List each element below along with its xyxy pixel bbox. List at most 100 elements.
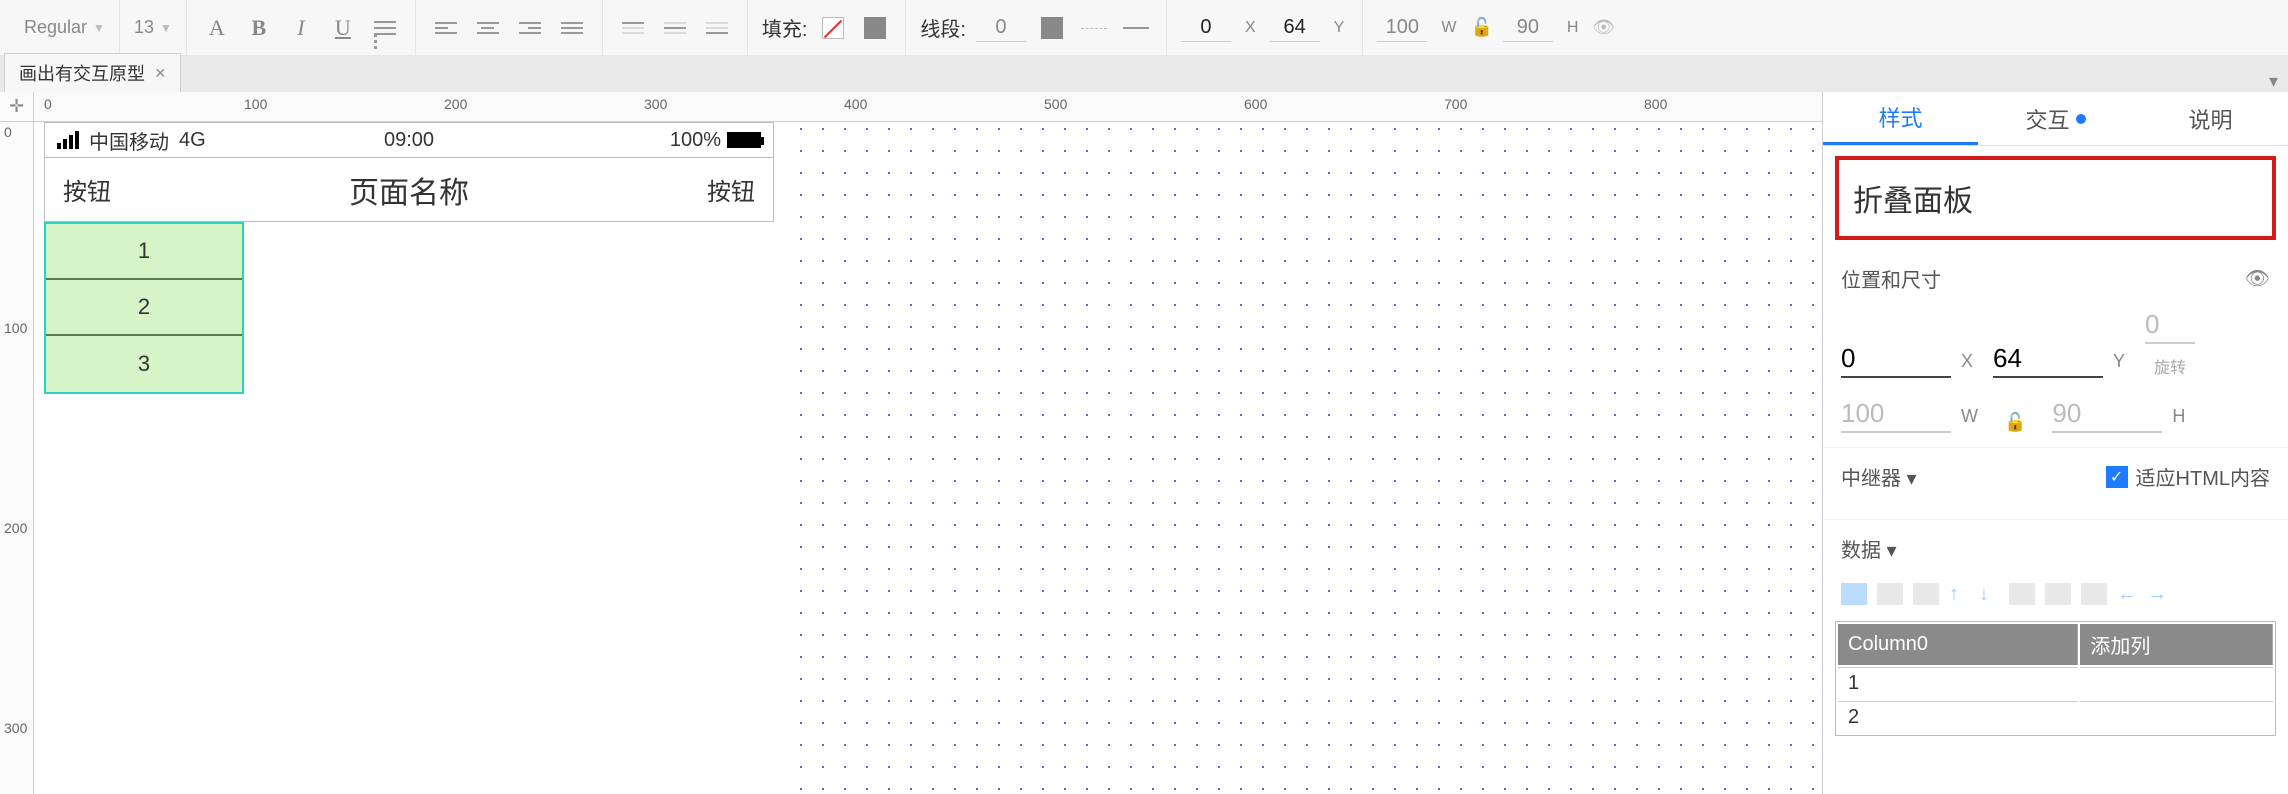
valign-bottom-button[interactable]	[701, 12, 733, 44]
fit-html-label: 适应HTML内容	[2136, 462, 2270, 491]
tab-notes[interactable]: 说明	[2133, 92, 2288, 145]
insp-y-input[interactable]	[1993, 341, 2103, 378]
x-input[interactable]	[1181, 14, 1231, 42]
w-label: W	[1961, 406, 1978, 427]
nav-bar[interactable]: 按钮 页面名称 按钮	[44, 158, 774, 222]
canvas-region: ✛ 0 100 200 300 400 500 600 700 800 0 10…	[0, 92, 1822, 794]
accordion-row[interactable]: 2	[46, 280, 242, 336]
design-canvas[interactable]: 中国移动 4G 09:00 100% 按钮 页面名称 按钮 1 2 3	[34, 122, 1822, 794]
font-size-value: 13	[134, 17, 154, 38]
nav-title: 页面名称	[349, 168, 469, 212]
ruler-tick: 200	[4, 520, 27, 536]
y-input[interactable]	[1270, 14, 1320, 42]
move-down-icon[interactable]: ↓	[1979, 583, 1999, 603]
ruler-tick: 400	[844, 96, 867, 112]
tab-interactions-label: 交互	[2025, 103, 2069, 135]
visibility-icon[interactable]: 👁	[2245, 266, 2270, 291]
move-left-icon[interactable]: ←	[2117, 583, 2137, 603]
main-area: ✛ 0 100 200 300 400 500 600 700 800 0 10…	[0, 92, 2288, 794]
dot-grid	[794, 122, 1822, 794]
ruler-tick: 300	[644, 96, 667, 112]
fill-group: 填充:	[748, 0, 907, 55]
repeater-label[interactable]: 中继器 ▾	[1841, 462, 1917, 491]
h-label: H	[2172, 406, 2185, 427]
align-justify-button[interactable]	[556, 12, 588, 44]
lock-icon[interactable]: 🔓	[2004, 412, 2026, 433]
insp-w-input[interactable]	[1841, 396, 1951, 433]
lock-icon[interactable]: 🔓	[1470, 17, 1492, 38]
line-style-button[interactable]	[1078, 12, 1110, 44]
data-toolbar: ↑ ↓ ← →	[1823, 573, 2288, 615]
table-button-2[interactable]	[2045, 583, 2071, 605]
ruler-origin[interactable]: ✛	[0, 92, 34, 122]
ruler-tick: 100	[4, 320, 27, 336]
align-center-button[interactable]	[472, 12, 504, 44]
column-header[interactable]: Column0	[1838, 624, 2078, 665]
ruler-tick: 600	[1244, 96, 1267, 112]
delete-button[interactable]	[1913, 583, 1939, 605]
insp-h-input[interactable]	[2052, 396, 2162, 433]
ruler-tick: 800	[1644, 96, 1667, 112]
font-family-group: Regular ▼	[10, 0, 120, 55]
text-style-group: A B I U	[187, 0, 416, 55]
valign-middle-button[interactable]	[659, 12, 691, 44]
valign-top-button[interactable]	[617, 12, 649, 44]
w-input[interactable]	[1377, 14, 1427, 42]
add-row-button[interactable]	[1841, 583, 1867, 605]
horizontal-ruler[interactable]: 0 100 200 300 400 500 600 700 800	[34, 92, 1822, 122]
nav-right-button[interactable]: 按钮	[707, 172, 755, 207]
fill-none-button[interactable]	[817, 12, 849, 44]
close-icon[interactable]: ×	[155, 63, 166, 84]
font-size-group: 13 ▼	[120, 0, 187, 55]
move-up-icon[interactable]: ↑	[1949, 583, 1969, 603]
table-button-1[interactable]	[2009, 583, 2035, 605]
font-size-select[interactable]: 13 ▼	[134, 17, 172, 38]
underline-button[interactable]: U	[327, 12, 359, 44]
h-input[interactable]	[1503, 14, 1553, 42]
checkbox-checked-icon: ✓	[2106, 466, 2128, 488]
data-cell[interactable]	[2080, 667, 2273, 699]
inspector-panel: 样式 交互 说明 折叠面板 位置和尺寸 👁 X Y	[1822, 92, 2288, 794]
table-row: 2	[1838, 701, 2273, 733]
vertical-ruler[interactable]: 0 100 200 300	[0, 122, 34, 794]
data-cell[interactable]: 1	[1838, 667, 2078, 699]
align-right-button[interactable]	[514, 12, 546, 44]
insp-x-input[interactable]	[1841, 341, 1951, 378]
bullet-list-button[interactable]	[369, 12, 401, 44]
font-family-select[interactable]: Regular ▼	[24, 17, 105, 38]
fit-html-checkbox[interactable]: ✓ 适应HTML内容	[2106, 462, 2270, 491]
italic-button[interactable]: I	[285, 12, 317, 44]
status-bar[interactable]: 中国移动 4G 09:00 100%	[44, 122, 774, 158]
line-width-input[interactable]	[976, 14, 1026, 42]
data-cell[interactable]: 2	[1838, 701, 2078, 733]
nav-left-button[interactable]: 按钮	[63, 172, 111, 207]
add-column-button[interactable]	[1877, 583, 1903, 605]
accordion-row[interactable]: 3	[46, 336, 242, 392]
table-button-3[interactable]	[2081, 583, 2107, 605]
position-size-section: 位置和尺寸 👁 X Y 旋转 W	[1823, 250, 2288, 448]
font-family-value: Regular	[24, 17, 87, 38]
data-cell[interactable]	[2080, 701, 2273, 733]
text-color-button[interactable]: A	[201, 12, 233, 44]
accordion-row[interactable]: 1	[46, 224, 242, 280]
line-color-button[interactable]	[1036, 12, 1068, 44]
repeater-data-table[interactable]: Column0 添加列 1 2	[1835, 621, 2276, 736]
move-right-icon[interactable]: →	[2147, 583, 2167, 603]
visibility-icon[interactable]: 👁	[1592, 17, 1615, 38]
tab-interactions[interactable]: 交互	[1978, 92, 2133, 145]
position-group: X Y	[1167, 0, 1363, 55]
page-tab[interactable]: 画出有交互原型 ×	[4, 53, 181, 92]
data-label[interactable]: 数据 ▾	[1841, 534, 1897, 563]
add-column-header[interactable]: 添加列	[2080, 624, 2273, 665]
tab-style[interactable]: 样式	[1823, 92, 1978, 145]
line-group: 线段:	[906, 0, 1167, 55]
align-left-button[interactable]	[430, 12, 462, 44]
insp-rotate-input[interactable]	[2145, 307, 2195, 344]
arrow-style-button[interactable]	[1120, 12, 1152, 44]
fill-color-button[interactable]	[859, 12, 891, 44]
interaction-indicator-icon	[2076, 114, 2086, 124]
selection-name[interactable]: 折叠面板	[1835, 156, 2276, 240]
bold-button[interactable]: B	[243, 12, 275, 44]
tabs-overflow-icon[interactable]: ▾	[2269, 71, 2278, 92]
accordion-repeater[interactable]: 1 2 3	[44, 222, 244, 394]
